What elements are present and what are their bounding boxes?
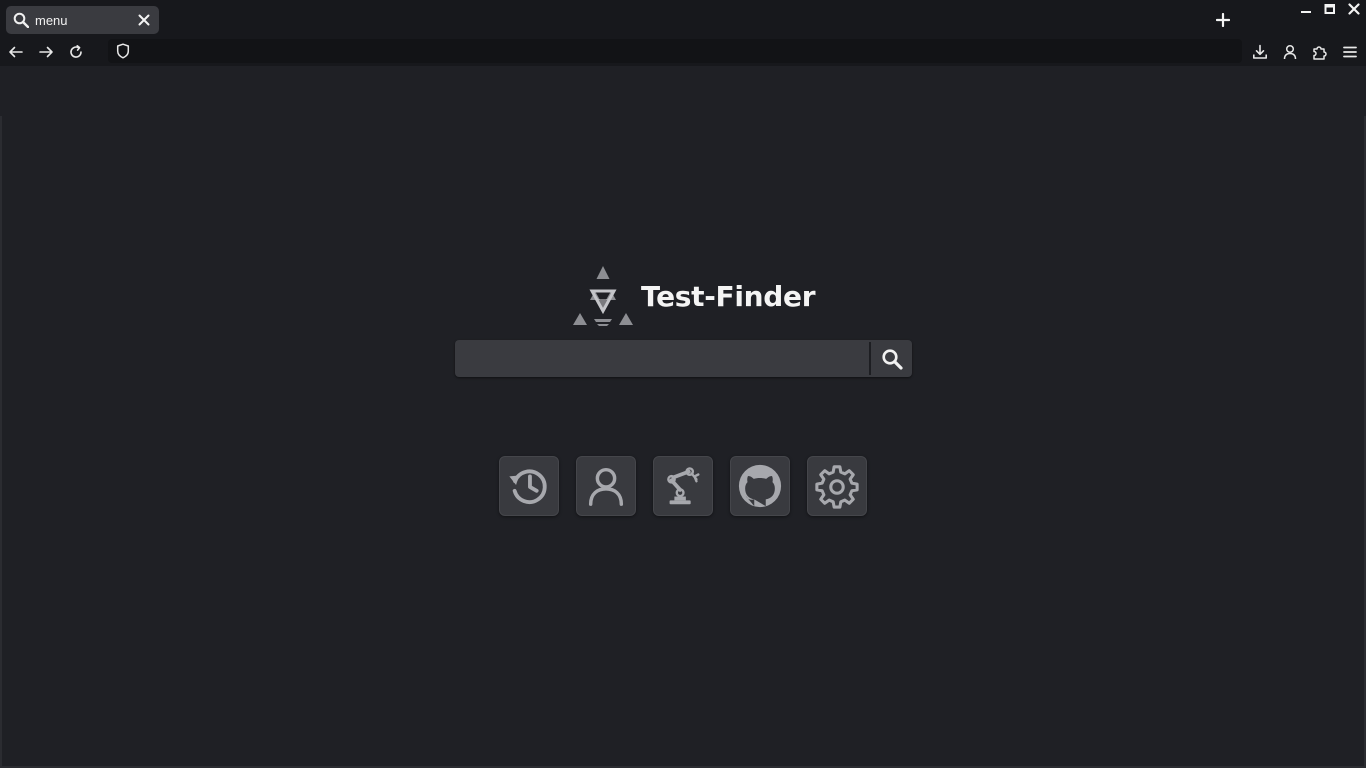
user-icon bbox=[588, 467, 624, 506]
tab-strip: menu bbox=[0, 0, 1366, 38]
restore-icon bbox=[1324, 4, 1335, 14]
url-input[interactable] bbox=[138, 40, 1242, 62]
reload-button[interactable] bbox=[64, 40, 88, 64]
arrow-left-icon bbox=[9, 46, 23, 58]
restore-window-button[interactable] bbox=[1318, 0, 1342, 18]
close-icon bbox=[1348, 3, 1360, 15]
page-viewport bbox=[2, 116, 1364, 766]
search-icon bbox=[881, 348, 903, 370]
navigation-toolbar bbox=[0, 38, 1366, 66]
minimize-window-button[interactable] bbox=[1294, 0, 1318, 18]
search-bar bbox=[455, 340, 912, 377]
close-window-button[interactable] bbox=[1342, 0, 1366, 18]
forward-button[interactable] bbox=[34, 40, 58, 64]
download-icon bbox=[1253, 44, 1267, 59]
shield-icon[interactable] bbox=[116, 43, 130, 59]
search-input[interactable] bbox=[455, 340, 869, 377]
history-shortcut-button[interactable] bbox=[499, 456, 559, 516]
downloads-button[interactable] bbox=[1248, 40, 1272, 64]
search-button[interactable] bbox=[871, 340, 912, 377]
close-tab-icon[interactable] bbox=[137, 13, 151, 27]
account-icon bbox=[1283, 44, 1297, 60]
brand-title: Test-Finder bbox=[641, 279, 816, 313]
puzzle-piece-icon bbox=[1313, 46, 1327, 60]
content-top-area bbox=[0, 66, 1366, 116]
reload-icon bbox=[70, 45, 82, 58]
settings-shortcut-button[interactable] bbox=[807, 456, 867, 516]
github-shortcut-button[interactable] bbox=[730, 456, 790, 516]
minimize-icon bbox=[1301, 11, 1311, 13]
shortcut-row bbox=[499, 456, 867, 516]
browser-tab-active[interactable]: menu bbox=[6, 6, 159, 34]
arrow-right-icon bbox=[39, 46, 53, 58]
hamburger-menu-icon bbox=[1343, 46, 1357, 58]
github-icon bbox=[738, 464, 782, 508]
new-tab-button[interactable] bbox=[1212, 9, 1234, 31]
account-button[interactable] bbox=[1278, 40, 1302, 64]
tab-title: menu bbox=[35, 12, 68, 28]
search-icon bbox=[12, 11, 30, 29]
brand-header: Test-Finder bbox=[570, 262, 816, 330]
app-menu-button[interactable] bbox=[1338, 40, 1362, 64]
robot-arm-icon bbox=[667, 467, 700, 505]
plus-icon bbox=[1216, 13, 1230, 27]
history-icon bbox=[509, 469, 547, 504]
back-button[interactable] bbox=[4, 40, 28, 64]
address-bar[interactable] bbox=[108, 39, 1242, 63]
robot-shortcut-button[interactable] bbox=[653, 456, 713, 516]
extensions-button[interactable] bbox=[1308, 40, 1332, 64]
profile-shortcut-button[interactable] bbox=[576, 456, 636, 516]
settings-gear-icon bbox=[815, 465, 859, 509]
test-finder-logo bbox=[573, 266, 633, 326]
